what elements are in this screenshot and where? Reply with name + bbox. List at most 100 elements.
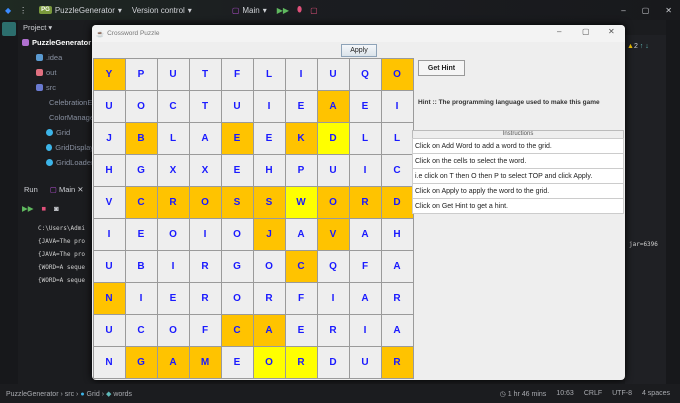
grid-cell[interactable]: S bbox=[252, 185, 286, 219]
minimize-icon[interactable]: – bbox=[621, 6, 625, 15]
tree-item[interactable]: GridLoader bbox=[18, 155, 94, 170]
grid-cell[interactable]: R bbox=[348, 185, 382, 219]
grid-cell[interactable]: M bbox=[188, 345, 222, 379]
tree-item[interactable]: ColorManager bbox=[18, 110, 94, 125]
grid-cell[interactable]: D bbox=[316, 345, 350, 379]
encoding[interactable]: UTF-8 bbox=[612, 390, 632, 398]
grid-cell[interactable]: O bbox=[252, 249, 286, 283]
grid-cell[interactable]: R bbox=[380, 345, 414, 379]
grid-cell[interactable]: I bbox=[348, 313, 382, 347]
grid-cell[interactable]: C bbox=[220, 313, 254, 347]
grid-cell[interactable]: I bbox=[92, 217, 126, 251]
grid-cell[interactable]: U bbox=[348, 345, 382, 379]
grid-cell[interactable]: L bbox=[156, 121, 190, 155]
run-config-select[interactable]: ▢ Main ▾ bbox=[232, 6, 267, 15]
project-tool-icon[interactable] bbox=[2, 22, 16, 36]
apply-button[interactable]: Apply bbox=[341, 44, 377, 57]
grid-cell[interactable]: R bbox=[380, 281, 414, 315]
grid-cell[interactable]: S bbox=[220, 185, 254, 219]
grid-cell[interactable]: F bbox=[188, 313, 222, 347]
grid-cell[interactable]: O bbox=[252, 345, 286, 379]
grid-cell[interactable]: A bbox=[284, 217, 318, 251]
grid-cell[interactable]: I bbox=[284, 57, 318, 91]
grid-cell[interactable]: P bbox=[284, 153, 318, 187]
grid-cell[interactable]: C bbox=[380, 153, 414, 187]
main-menu-icon[interactable]: ⋮ bbox=[19, 6, 27, 15]
grid-cell[interactable]: O bbox=[124, 89, 158, 123]
stop-icon[interactable]: ■ bbox=[42, 204, 47, 213]
grid-cell[interactable]: G bbox=[220, 249, 254, 283]
grid-cell[interactable]: J bbox=[252, 217, 286, 251]
grid-cell[interactable]: V bbox=[92, 185, 126, 219]
grid-cell[interactable]: K bbox=[284, 121, 318, 155]
tree-item[interactable]: CelebrationEffect bbox=[18, 95, 94, 110]
grid-cell[interactable]: E bbox=[284, 89, 318, 123]
grid-cell[interactable]: J bbox=[92, 121, 126, 155]
tree-item[interactable]: GridDisplay bbox=[18, 140, 94, 155]
grid-cell[interactable]: R bbox=[188, 281, 222, 315]
grid-cell[interactable]: U bbox=[316, 153, 350, 187]
grid-cell[interactable]: I bbox=[156, 249, 190, 283]
grid-cell[interactable]: T bbox=[188, 57, 222, 91]
warnings-indicator[interactable]: ▲2 ↑ ↓ bbox=[625, 35, 666, 50]
grid-cell[interactable]: A bbox=[380, 249, 414, 283]
tree-item[interactable]: .idea bbox=[18, 50, 94, 65]
grid-cell[interactable]: V bbox=[316, 217, 350, 251]
grid-cell[interactable]: O bbox=[380, 57, 414, 91]
tab-run[interactable]: Run bbox=[24, 185, 38, 194]
grid-cell[interactable]: O bbox=[220, 217, 254, 251]
grid-cell[interactable]: D bbox=[380, 185, 414, 219]
grid-cell[interactable]: C bbox=[284, 249, 318, 283]
grid-cell[interactable]: B bbox=[124, 249, 158, 283]
grid-cell[interactable]: A bbox=[252, 313, 286, 347]
grid-cell[interactable]: E bbox=[284, 313, 318, 347]
caret-position[interactable]: 10:63 bbox=[556, 390, 574, 398]
run-icon[interactable]: ▶▶ bbox=[277, 6, 289, 15]
grid-cell[interactable]: E bbox=[156, 281, 190, 315]
grid-cell[interactable]: E bbox=[220, 121, 254, 155]
grid-cell[interactable]: C bbox=[124, 185, 158, 219]
grid-cell[interactable]: F bbox=[348, 249, 382, 283]
grid-cell[interactable]: O bbox=[156, 217, 190, 251]
grid-cell[interactable]: R bbox=[252, 281, 286, 315]
grid-cell[interactable]: D bbox=[316, 121, 350, 155]
grid-cell[interactable]: E bbox=[220, 345, 254, 379]
maximize-button[interactable]: ▢ bbox=[582, 27, 590, 36]
grid-cell[interactable]: U bbox=[92, 249, 126, 283]
tab-main[interactable]: ▢ Main ✕ bbox=[50, 185, 84, 194]
close-icon[interactable]: ✕ bbox=[665, 6, 672, 15]
grid-cell[interactable]: W bbox=[284, 185, 318, 219]
grid-cell[interactable]: I bbox=[124, 281, 158, 315]
get-hint-button[interactable]: Get Hint bbox=[418, 60, 465, 76]
grid-cell[interactable]: A bbox=[156, 345, 190, 379]
grid-cell[interactable]: O bbox=[188, 185, 222, 219]
grid-cell[interactable]: T bbox=[188, 89, 222, 123]
grid-cell[interactable]: L bbox=[252, 57, 286, 91]
maximize-icon[interactable]: ▢ bbox=[642, 6, 650, 15]
grid-cell[interactable]: A bbox=[348, 217, 382, 251]
grid-cell[interactable]: R bbox=[156, 185, 190, 219]
tree-root[interactable]: PuzzleGenerator bbox=[18, 35, 94, 50]
grid-cell[interactable]: I bbox=[188, 217, 222, 251]
grid-cell[interactable]: G bbox=[124, 345, 158, 379]
project-switcher[interactable]: PG PuzzleGenerator ▾ bbox=[39, 6, 122, 15]
breadcrumb-item[interactable]: src bbox=[65, 391, 74, 398]
grid-cell[interactable]: I bbox=[252, 89, 286, 123]
grid-cell[interactable]: C bbox=[156, 89, 190, 123]
debug-icon[interactable]: ⬮ bbox=[297, 5, 302, 15]
grid-cell[interactable]: I bbox=[348, 153, 382, 187]
breadcrumb-item[interactable]: PuzzleGenerator bbox=[6, 391, 59, 398]
grid-cell[interactable]: L bbox=[348, 121, 382, 155]
grid-cell[interactable]: R bbox=[188, 249, 222, 283]
grid-cell[interactable]: R bbox=[284, 345, 318, 379]
grid-cell[interactable]: F bbox=[220, 57, 254, 91]
tree-item[interactable]: out bbox=[18, 65, 94, 80]
grid-cell[interactable]: U bbox=[92, 313, 126, 347]
grid-cell[interactable]: A bbox=[188, 121, 222, 155]
grid-cell[interactable]: I bbox=[316, 281, 350, 315]
grid-cell[interactable]: C bbox=[124, 313, 158, 347]
grid-cell[interactable]: A bbox=[316, 89, 350, 123]
grid-cell[interactable]: B bbox=[124, 121, 158, 155]
grid-cell[interactable]: U bbox=[156, 57, 190, 91]
project-header[interactable]: Project ▾ bbox=[18, 20, 94, 35]
